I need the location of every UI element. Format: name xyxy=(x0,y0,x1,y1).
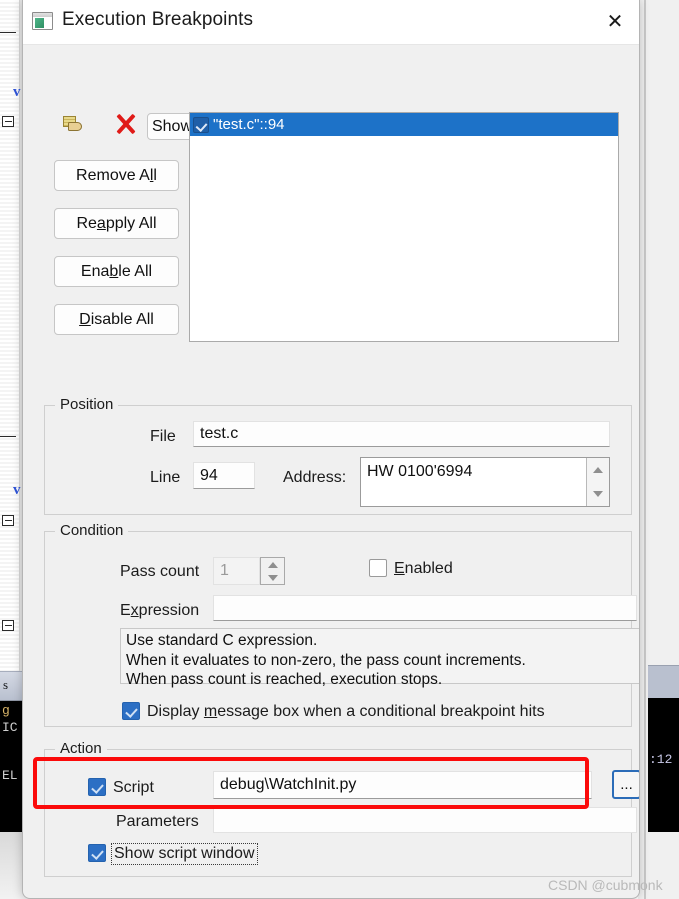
watermark: CSDN @cubmonk xyxy=(548,877,663,893)
script-input[interactable] xyxy=(213,771,592,799)
pass-count-spin-down-icon[interactable] xyxy=(261,571,284,584)
enabled-label[interactable]: Enabled xyxy=(394,560,453,578)
dialog-body: Show Remove All Reapply All Enable All D… xyxy=(23,45,639,898)
address-input[interactable] xyxy=(361,458,586,481)
condition-legend: Condition xyxy=(55,522,129,539)
expression-label: Expression xyxy=(120,602,200,619)
address-label: Address: xyxy=(283,469,347,486)
address-spinner[interactable] xyxy=(586,458,609,506)
close-icon[interactable]: ✕ xyxy=(591,0,639,44)
pass-count-spin-up-icon[interactable] xyxy=(261,558,284,571)
list-item[interactable]: "test.c"::94 xyxy=(190,113,618,136)
pass-count-spinner[interactable] xyxy=(260,557,285,585)
reapply-all-button[interactable]: Reapply All xyxy=(54,208,179,239)
file-label: File xyxy=(150,428,176,445)
disable-all-button[interactable]: Disable All xyxy=(54,304,179,335)
editor-rule xyxy=(0,32,16,33)
delete-breakpoint-icon[interactable] xyxy=(115,113,136,135)
file-input[interactable] xyxy=(193,421,610,447)
editor-fold-marker-2[interactable] xyxy=(2,515,14,526)
list-item-label: "test.c"::94 xyxy=(213,116,285,133)
editor-fold-marker-3[interactable] xyxy=(2,620,14,631)
parameters-input[interactable] xyxy=(213,807,637,833)
editor-rule-2 xyxy=(0,436,16,437)
new-breakpoint-icon[interactable] xyxy=(63,116,83,133)
position-legend: Position xyxy=(55,396,119,413)
backdrop-right-header xyxy=(648,665,679,698)
hint-line-3: When pass count is reached, execution st… xyxy=(126,671,443,689)
script-checkbox[interactable] xyxy=(88,778,106,796)
parameters-label: Parameters xyxy=(116,813,199,830)
browse-script-button[interactable]: ... xyxy=(612,770,639,799)
execution-breakpoints-dialog: Execution Breakpoints ✕ Show Remove All … xyxy=(22,0,640,899)
window-green-icon xyxy=(32,12,53,30)
editor-fold-marker-1[interactable] xyxy=(2,116,14,127)
editor-char-v-1: v xyxy=(13,84,21,100)
address-spin-up-icon[interactable] xyxy=(587,458,609,482)
address-spin-down-icon[interactable] xyxy=(587,482,609,506)
remove-all-button[interactable]: Remove All xyxy=(54,160,179,191)
hint-line-2: When it evaluates to non-zero, the pass … xyxy=(126,651,526,669)
condition-hint-text: Use standard C expression. When it evalu… xyxy=(120,628,639,688)
editor-char-v-2: v xyxy=(13,482,21,498)
script-label[interactable]: Script xyxy=(113,779,154,797)
address-box[interactable] xyxy=(360,457,610,507)
display-message-box-label[interactable]: Display message box when a conditional b… xyxy=(147,703,545,721)
hint-line-1: Use standard C expression. xyxy=(126,632,318,649)
show-script-window-checkbox[interactable] xyxy=(88,844,106,862)
pass-count-input[interactable] xyxy=(213,557,260,585)
display-message-box-checkbox[interactable] xyxy=(122,702,140,720)
backdrop-right-console: :12 xyxy=(648,698,679,832)
title-bar: Execution Breakpoints ✕ xyxy=(23,0,639,45)
pass-count-label: Pass count xyxy=(120,563,200,580)
show-script-window-label[interactable]: Show script window xyxy=(111,843,258,865)
page-title: Execution Breakpoints xyxy=(62,9,254,30)
enable-all-button[interactable]: Enable All xyxy=(54,256,179,287)
checkbox-checked-icon[interactable] xyxy=(193,116,209,133)
breakpoint-list[interactable]: "test.c"::94 xyxy=(189,112,619,342)
action-legend: Action xyxy=(55,740,107,757)
expression-input[interactable] xyxy=(213,595,637,621)
line-label: Line xyxy=(150,469,181,486)
line-input[interactable] xyxy=(193,462,255,489)
backdrop-right-divider xyxy=(644,0,646,899)
enabled-checkbox[interactable] xyxy=(369,559,387,577)
